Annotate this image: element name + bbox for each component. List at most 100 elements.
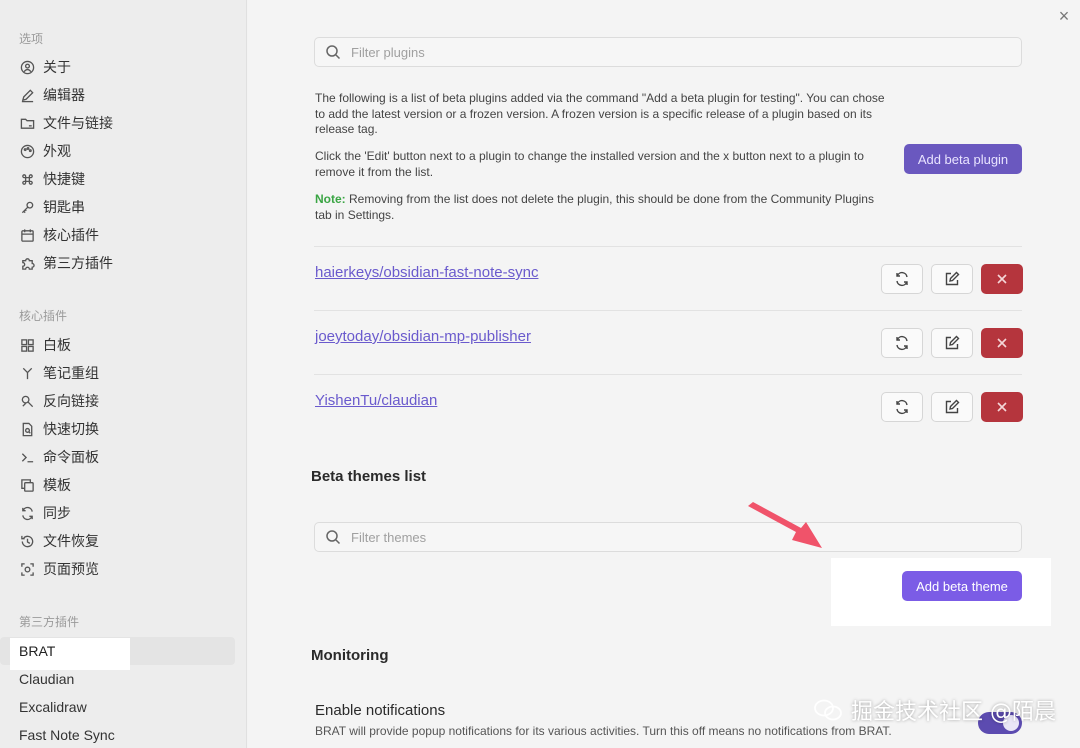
plugin-repo-link[interactable]: YishenTu/claudian: [315, 392, 437, 409]
grid-icon: [19, 337, 35, 353]
sidebar-item-files-links[interactable]: 文件与链接: [0, 109, 246, 137]
merge-icon: [19, 365, 35, 381]
puzzle-icon: [19, 255, 35, 271]
key-icon: [19, 199, 35, 215]
sidebar-item-about[interactable]: 关于: [0, 53, 246, 81]
plugin-row: YishenTu/claudian: [314, 374, 1023, 438]
sidebar-item-label: 核心插件: [43, 227, 99, 243]
enable-notifications-label: Enable notifications: [315, 702, 446, 719]
sidebar-item-keychain[interactable]: 钥匙串: [0, 193, 246, 221]
plugin-repo-link[interactable]: haierkeys/obsidian-fast-note-sync: [315, 264, 538, 281]
theme-filter-search[interactable]: [314, 522, 1022, 552]
sidebar-item-templates[interactable]: 模板: [0, 471, 246, 499]
sidebar-item-label: 文件与链接: [43, 115, 113, 131]
edit-plugin-button[interactable]: [931, 264, 973, 294]
sync-icon: [19, 505, 35, 521]
edit-icon: [945, 399, 960, 414]
scan-icon: [19, 561, 35, 577]
plugin-row: joeytoday/obsidian-mp-publisher: [314, 310, 1023, 374]
theme-filter-input[interactable]: [351, 529, 951, 545]
monitoring-heading: Monitoring: [311, 647, 389, 664]
sidebar-item-label: 页面预览: [43, 561, 99, 577]
plugin-row: haierkeys/obsidian-fast-note-sync: [314, 246, 1023, 310]
annotation-arrow-icon: [748, 502, 822, 548]
update-plugin-button[interactable]: [881, 264, 923, 294]
note-label: Note:: [315, 192, 346, 206]
sidebar-item-label: 反向链接: [43, 393, 99, 409]
sidebar-item-fast-note-sync[interactable]: Fast Note Sync: [0, 721, 246, 748]
sidebar-item-label: 文件恢复: [43, 533, 99, 549]
refresh-icon: [896, 271, 908, 287]
edit-plugin-button[interactable]: [931, 328, 973, 358]
add-beta-plugin-button[interactable]: Add beta plugin: [904, 144, 1022, 174]
add-beta-theme-button[interactable]: Add beta theme: [902, 571, 1022, 601]
sidebar-item-excalidraw[interactable]: Excalidraw: [0, 693, 246, 721]
sidebar-item-label: 外观: [43, 143, 71, 159]
watermark: 掘金技术社区 @陌晨: [813, 694, 1056, 726]
plugin-filter-search[interactable]: [314, 37, 1022, 67]
settings-sidebar: 选项 关于 编辑器 文件与链接 外观 快捷键 钥匙串 核心插件 第三方插件 核心…: [0, 0, 247, 748]
sidebar-item-sync[interactable]: 同步: [0, 499, 246, 527]
close-icon[interactable]: ×: [1054, 6, 1074, 26]
update-plugin-button[interactable]: [881, 392, 923, 422]
watermark-text: 掘金技术社区 @陌晨: [851, 700, 1056, 725]
wechat-icon: [814, 699, 842, 721]
sidebar-item-note-composer[interactable]: 笔记重组: [0, 359, 246, 387]
command-icon: [19, 171, 35, 187]
sidebar-item-label: 命令面板: [43, 449, 99, 465]
remove-plugin-button[interactable]: [981, 392, 1023, 422]
edit-plugin-button[interactable]: [931, 392, 973, 422]
close-icon: [997, 338, 1007, 348]
sidebar-item-label: Excalidraw: [19, 699, 87, 715]
sidebar-item-label: Claudian: [19, 671, 75, 687]
sidebar-item-label: 快速切换: [43, 421, 99, 437]
history-icon: [19, 533, 35, 549]
sidebar-item-page-preview[interactable]: 页面预览: [0, 555, 246, 583]
sidebar-item-core-plugins[interactable]: 核心插件: [0, 221, 246, 249]
search-icon: [326, 45, 341, 60]
sidebar-item-backlinks[interactable]: 反向链接: [0, 387, 246, 415]
terminal-icon: [19, 449, 35, 465]
backlink-icon: [19, 393, 35, 409]
calendar-icon: [19, 227, 35, 243]
settings-content: × The following is a list of beta plugin…: [248, 0, 1080, 748]
copy-icon: [19, 477, 35, 493]
edit-icon: [945, 271, 960, 286]
sidebar-item-editor[interactable]: 编辑器: [0, 81, 246, 109]
edit-remove-description: Click the 'Edit' button next to a plugin…: [315, 149, 864, 179]
sidebar-item-canvas[interactable]: 白板: [0, 331, 246, 359]
sidebar-item-file-recovery[interactable]: 文件恢复: [0, 527, 246, 555]
beta-plugins-description: The following is a list of beta plugins …: [315, 91, 885, 136]
sidebar-item-label: 同步: [43, 505, 71, 521]
note-text: Removing from the list does not delete t…: [315, 192, 874, 222]
sidebar-section-options: 选项: [19, 32, 44, 46]
sidebar-item-label: 快捷键: [43, 171, 85, 187]
sidebar-item-label: 模板: [43, 477, 71, 493]
sidebar-item-label: 编辑器: [43, 87, 85, 103]
note-description: Note: Removing from the list does not de…: [315, 192, 875, 223]
enable-notifications-desc: BRAT will provide popup notifications fo…: [315, 724, 892, 738]
edit-icon: [945, 335, 960, 350]
plugin-filter-input[interactable]: [351, 44, 951, 60]
sidebar-item-label: 关于: [43, 59, 71, 75]
sidebar-item-label: 笔记重组: [43, 365, 99, 381]
sidebar-item-hotkeys[interactable]: 快捷键: [0, 165, 246, 193]
update-plugin-button[interactable]: [881, 328, 923, 358]
sidebar-item-label: 钥匙串: [43, 199, 85, 215]
sidebar-item-command-palette[interactable]: 命令面板: [0, 443, 246, 471]
sidebar-item-community-plugins[interactable]: 第三方插件: [0, 249, 246, 277]
refresh-icon: [896, 399, 908, 415]
sidebar-item-quick-switcher[interactable]: 快速切换: [0, 415, 246, 443]
sidebar-item-appearance[interactable]: 外观: [0, 137, 246, 165]
remove-plugin-button[interactable]: [981, 328, 1023, 358]
sidebar-item-label: Fast Note Sync: [19, 727, 115, 743]
beta-themes-heading: Beta themes list: [311, 468, 427, 485]
remove-plugin-button[interactable]: [981, 264, 1023, 294]
close-icon: [997, 274, 1007, 284]
refresh-icon: [896, 335, 908, 351]
close-icon: [997, 402, 1007, 412]
pencil-icon: [19, 87, 35, 103]
sidebar-item-label: 白板: [43, 337, 71, 353]
file-search-icon: [19, 421, 35, 437]
plugin-repo-link[interactable]: joeytoday/obsidian-mp-publisher: [315, 328, 531, 345]
